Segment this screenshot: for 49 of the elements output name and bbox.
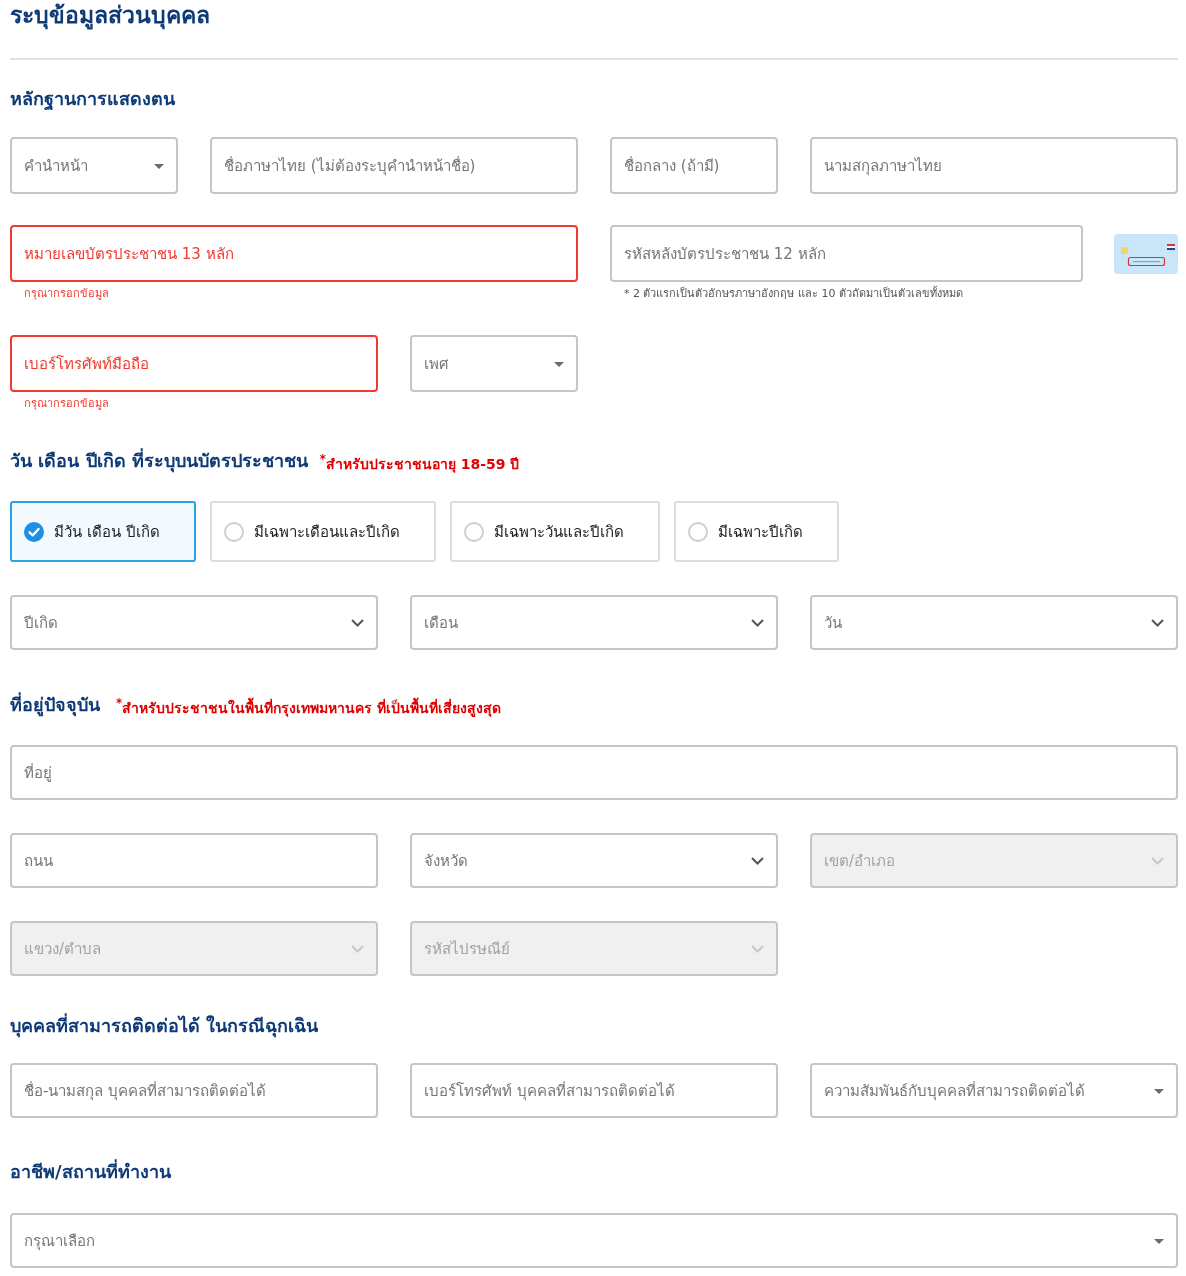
select-field[interactable]: วัน [810,595,1178,650]
radio-option[interactable]: มีวัน เดือน ปีเกิด [10,501,196,562]
dropdown-field[interactable]: คำนำหน้า [10,137,178,194]
requirement-note: $^{*}$สำหรับประชาชนอายุ 18-59 ปี [319,450,520,474]
select-field[interactable]: ปีเกิด [10,595,378,650]
check-circle-icon [24,521,44,542]
caret-down-icon [154,163,164,169]
text-field[interactable]: นามสกุลภาษาไทย [810,137,1178,194]
caret-down-icon [1154,1238,1164,1244]
chevron-down-icon [751,618,764,627]
dropdown-field[interactable]: กรุณาเลือก [10,1213,1178,1268]
text-field[interactable]: เบอร์โทรศัพท์ บุคคลที่สามารถติดต่อได้ [410,1063,778,1118]
radio-option[interactable]: มีเฉพาะปีเกิด [673,501,839,562]
caret-down-icon [554,361,564,367]
error-message: กรุณากรอกข้อมูล [23,286,110,302]
section-heading: อาชีพ/สถานที่ทำงาน [10,1158,171,1184]
radio-icon [223,521,244,542]
text-field[interactable]: หมายเลขบัตรประชาชน 13 หลัก [10,225,578,282]
text-field[interactable]: ชื่อภาษาไทย (ไม่ต้องระบุคำนำหน้าชื่อ) [210,137,578,194]
section-heading: ที่อยู่ปัจจุบัน [10,691,100,719]
radio-icon [687,521,708,542]
text-field[interactable]: ชื่อกลาง (ถ้ามี) [610,137,778,194]
section-heading: หลักฐานการแสดงตน [10,87,175,112]
section-heading: บุคคลที่สามารถติดต่อได้ ในกรณีฉุกเฉิน [10,1012,319,1040]
error-message: กรุณากรอกข้อมูล [23,396,110,412]
chevron-down-icon [751,856,764,865]
page-title: ระบุข้อมูลส่วนบุคคล [10,1,210,30]
caret-down-icon [1154,1088,1164,1094]
text-field[interactable]: ชื่อ-นามสกุล บุคคลที่สามารถติดต่อได้ [10,1063,378,1118]
text-field[interactable]: ที่อยู่ [10,745,1178,800]
id-card-icon [1114,233,1178,274]
radio-option[interactable]: มีเฉพาะวันและปีเกิด [449,501,660,562]
radio-option[interactable]: มีเฉพาะเดือนและปีเกิด [209,501,436,562]
hint-text: * 2 ตัวแรกเป็นตัวอักษรภาษาอังกฤษ และ 10 ตัวถัดมาเป็นตัวเลขทั้งหมด [623,286,964,302]
chevron-down-icon [351,944,364,953]
text-field[interactable]: ถนน [10,833,378,888]
chevron-down-icon [1151,856,1164,865]
text-field[interactable]: รหัสหลังบัตรประชาชน 12 หลัก [610,225,1083,282]
radio-icon [463,521,484,542]
chevron-down-icon [351,618,364,627]
requirement-note: $^{*}$สำหรับประชาชนในพื้นที่กรุงเทพมหานคร ที่เป็นพื้นที่เสี่ยงสูงสุด [116,694,501,718]
select-field[interactable]: เดือน [410,595,778,650]
chevron-down-icon [751,944,764,953]
section-heading: วัน เดือน ปีเกิด ที่ระบุบนบัตรประชาชน [10,447,308,475]
dropdown-field[interactable]: เพศ [410,335,578,392]
chevron-down-icon [1151,618,1164,627]
text-field[interactable]: เบอร์โทรศัพท์มือถือ [10,335,378,392]
select-field[interactable]: จังหวัด [410,833,778,888]
dropdown-field[interactable]: ความสัมพันธ์กับบุคคลที่สามารถติดต่อได้ [810,1063,1178,1118]
